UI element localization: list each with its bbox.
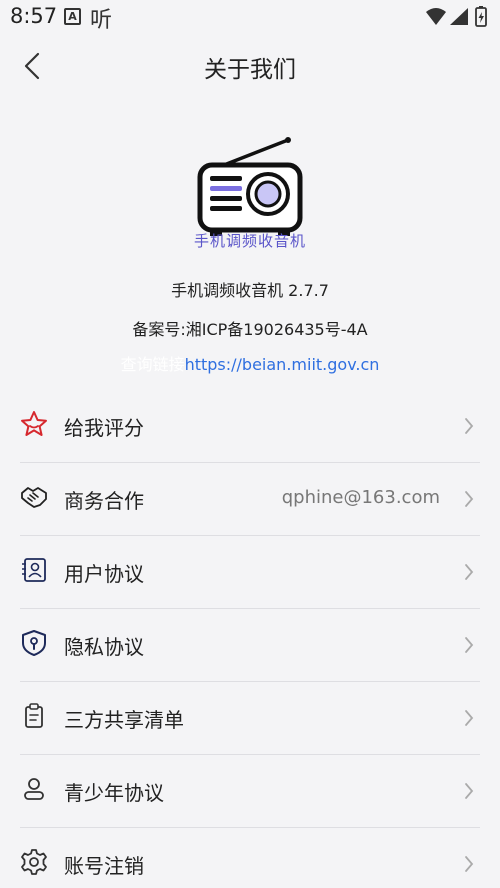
handshake-icon (21, 487, 47, 508)
menu-label: 给我评分 (64, 416, 144, 440)
page-title: 关于我们 (204, 57, 296, 83)
teen-user-icon (24, 778, 44, 800)
menu-label: 账号注销 (64, 854, 144, 878)
query-label: 查询链接 (120, 355, 185, 374)
notification-ting-icon: 听 (90, 8, 113, 33)
business-email: qphine@163.com (281, 487, 440, 508)
menu-item-delete-account[interactable]: 账号注销 (20, 828, 480, 888)
clipboard-icon (25, 703, 43, 728)
chevron-right-icon (465, 783, 474, 799)
status-bar: 8:57 A 听 (0, 0, 500, 34)
menu-item-privacy[interactable]: 隐私协议 (20, 609, 480, 682)
menu-label: 商务合作 (64, 489, 144, 513)
user-contract-icon (22, 558, 46, 582)
chevron-right-icon (465, 491, 474, 507)
menu-item-business[interactable]: 商务合作 qphine@163.com (20, 463, 480, 536)
status-icons (426, 6, 487, 27)
gear-icon (21, 849, 47, 875)
menu-item-teen[interactable]: 青少年协议 (20, 755, 480, 828)
chevron-right-icon (465, 710, 474, 726)
status-time: 8:57 (10, 4, 58, 28)
menu-label: 三方共享清单 (64, 708, 184, 732)
chevron-right-icon (465, 564, 474, 580)
star-icon (21, 411, 47, 436)
wifi-icon (426, 8, 446, 25)
query-line: 查询链接https://beian.miit.gov.cn (0, 351, 500, 375)
chevron-right-icon (465, 637, 474, 653)
icp-record: 备案号:湘ICP备19026435号-4A (132, 320, 368, 339)
notification-app-icon: A (64, 8, 81, 25)
menu-item-third-party[interactable]: 三方共享清单 (20, 682, 480, 755)
settings-menu: 给我评分 商务合作 qphine@163.com 用户协议 隐私协议 三方共享清… (0, 390, 500, 888)
logo-caption: 手机调频收音机 (193, 232, 306, 250)
menu-item-rate[interactable]: 给我评分 (20, 390, 480, 463)
chevron-right-icon (465, 418, 474, 434)
menu-label: 用户协议 (64, 562, 144, 586)
menu-label: 隐私协议 (64, 635, 144, 659)
signal-icon (450, 8, 468, 25)
shield-lock-icon (22, 630, 46, 656)
menu-label: 青少年协议 (64, 781, 164, 805)
menu-item-user-agreement[interactable]: 用户协议 (20, 536, 480, 609)
query-link[interactable]: https://beian.miit.gov.cn (185, 355, 380, 374)
app-name-version: 手机调频收音机 2.7.7 (171, 281, 329, 300)
app-header: 关于我们 (0, 34, 500, 96)
chevron-right-icon (465, 856, 474, 872)
